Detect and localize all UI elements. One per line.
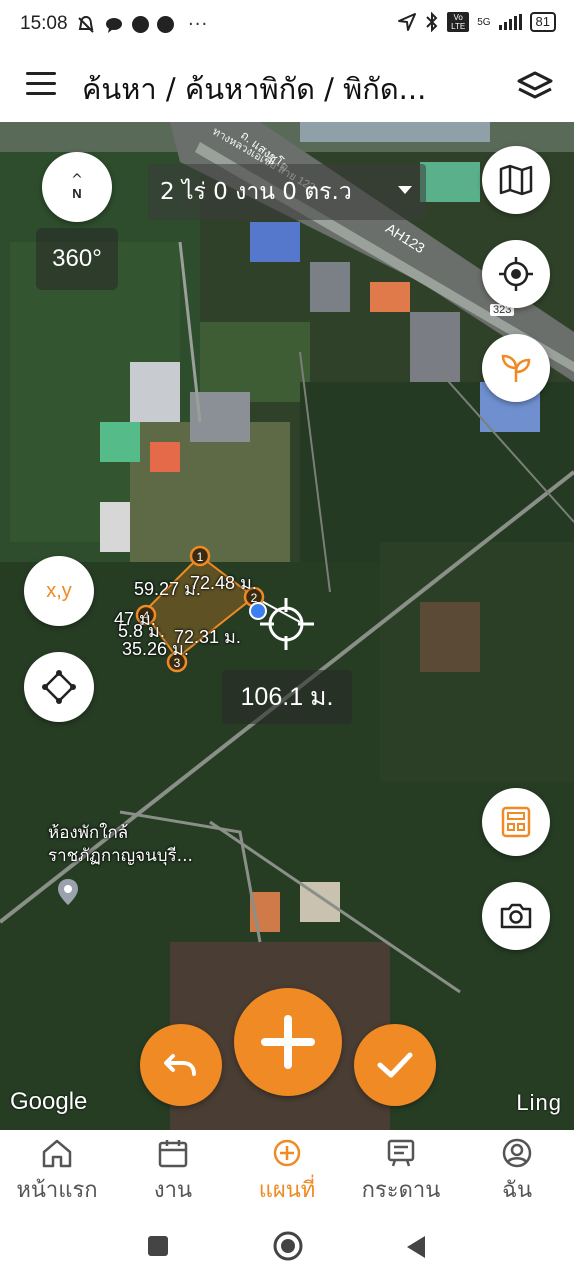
- camera-icon: [500, 903, 532, 929]
- crosshair-cursor: [260, 598, 314, 650]
- nav-item-me[interactable]: ฉัน: [462, 1138, 572, 1207]
- undo-icon: [164, 1054, 196, 1076]
- nav-item-board[interactable]: กระดาน: [346, 1138, 456, 1207]
- page-title: ค้นหา / ค้นหาพิกัด / พิกัด...: [82, 72, 427, 106]
- network-type: 5G: [477, 16, 491, 28]
- app-bar: ค้นหา / ค้นหาพิกัด / พิกัด...: [0, 52, 574, 122]
- bluetooth-icon: [426, 12, 438, 32]
- bottom-nav: หน้าแรก งาน แผนที่ กระดาน ฉัน: [0, 1130, 574, 1212]
- user-icon: [502, 1138, 532, 1168]
- segment-length-label: 72.48 ม.: [190, 573, 257, 593]
- vertex-point-1[interactable]: 1: [189, 545, 211, 567]
- map-pin-icon[interactable]: [57, 878, 79, 906]
- layers-icon[interactable]: [516, 68, 554, 104]
- map-attribution: Google: [10, 1088, 88, 1115]
- status-right: Vo LTE 5G 81: [397, 12, 556, 32]
- nav-item-tasks[interactable]: งาน: [118, 1138, 228, 1207]
- nav-item-home[interactable]: หน้าแรก: [2, 1138, 112, 1207]
- poi-label[interactable]: ห้องพักใกล้ ราชภัฏกาญจนบุรี...: [48, 822, 193, 868]
- notification-icons: ···: [76, 14, 208, 35]
- bell-off-icon: [78, 15, 94, 33]
- measurement-overlay: 1 2 3 4: [135, 545, 314, 673]
- back-icon[interactable]: [404, 1234, 428, 1260]
- camera-button[interactable]: [482, 882, 550, 950]
- battery-icon: 81: [529, 12, 556, 32]
- poi-label-line: ห้องพักใกล้: [48, 823, 129, 843]
- nav-label: หน้าแรก: [16, 1178, 98, 1203]
- recents-icon[interactable]: [146, 1234, 170, 1258]
- status-time: 15:08: [20, 13, 68, 34]
- status-bar: 15:08 ··· Vo LTE 5G 81: [0, 0, 574, 52]
- map-view[interactable]: ถ. แสงชูโต ทางหลวงเอเชีย สาย 123 AH123 3…: [0, 122, 574, 1130]
- board-icon: [387, 1139, 415, 1167]
- current-location-dot: [249, 602, 267, 620]
- app-notification-icon: [157, 16, 174, 33]
- undo-button[interactable]: [140, 1024, 222, 1106]
- volte-icon: Vo LTE: [447, 12, 470, 32]
- check-icon: [377, 1052, 413, 1078]
- app-notification-icon: [132, 16, 149, 33]
- nav-label: งาน: [153, 1178, 193, 1203]
- add-circle-icon: [273, 1139, 301, 1167]
- calendar-icon: [158, 1140, 188, 1168]
- signal-icon: [498, 14, 522, 30]
- home-circle-icon[interactable]: [272, 1230, 304, 1262]
- segment-length-label: 35.26 ม.: [122, 639, 189, 659]
- menu-icon[interactable]: [26, 72, 56, 98]
- poi-label-line: ราชภัฏกาญจนบุรี...: [48, 846, 193, 866]
- calculator-icon: [501, 806, 531, 838]
- area-calculator-button[interactable]: [482, 788, 550, 856]
- done-button[interactable]: [354, 1024, 436, 1106]
- location-icon: [398, 13, 417, 31]
- home-icon: [42, 1139, 72, 1168]
- add-point-button[interactable]: [234, 988, 342, 1096]
- chat-icon: [106, 17, 122, 33]
- nav-label: แผนที่: [258, 1178, 316, 1203]
- vertex-label-1: 1: [197, 550, 204, 564]
- nav-item-map[interactable]: แผนที่: [232, 1138, 342, 1207]
- app-watermark: Ling: [516, 1090, 562, 1115]
- more-notifications-icon: ···: [188, 14, 209, 35]
- plus-icon: [261, 1015, 315, 1069]
- nav-label: ฉัน: [501, 1178, 533, 1203]
- nav-label: กระดาน: [361, 1178, 441, 1203]
- system-nav-bar: [0, 1212, 574, 1280]
- total-distance-readout: 106.1 ม.: [222, 670, 352, 724]
